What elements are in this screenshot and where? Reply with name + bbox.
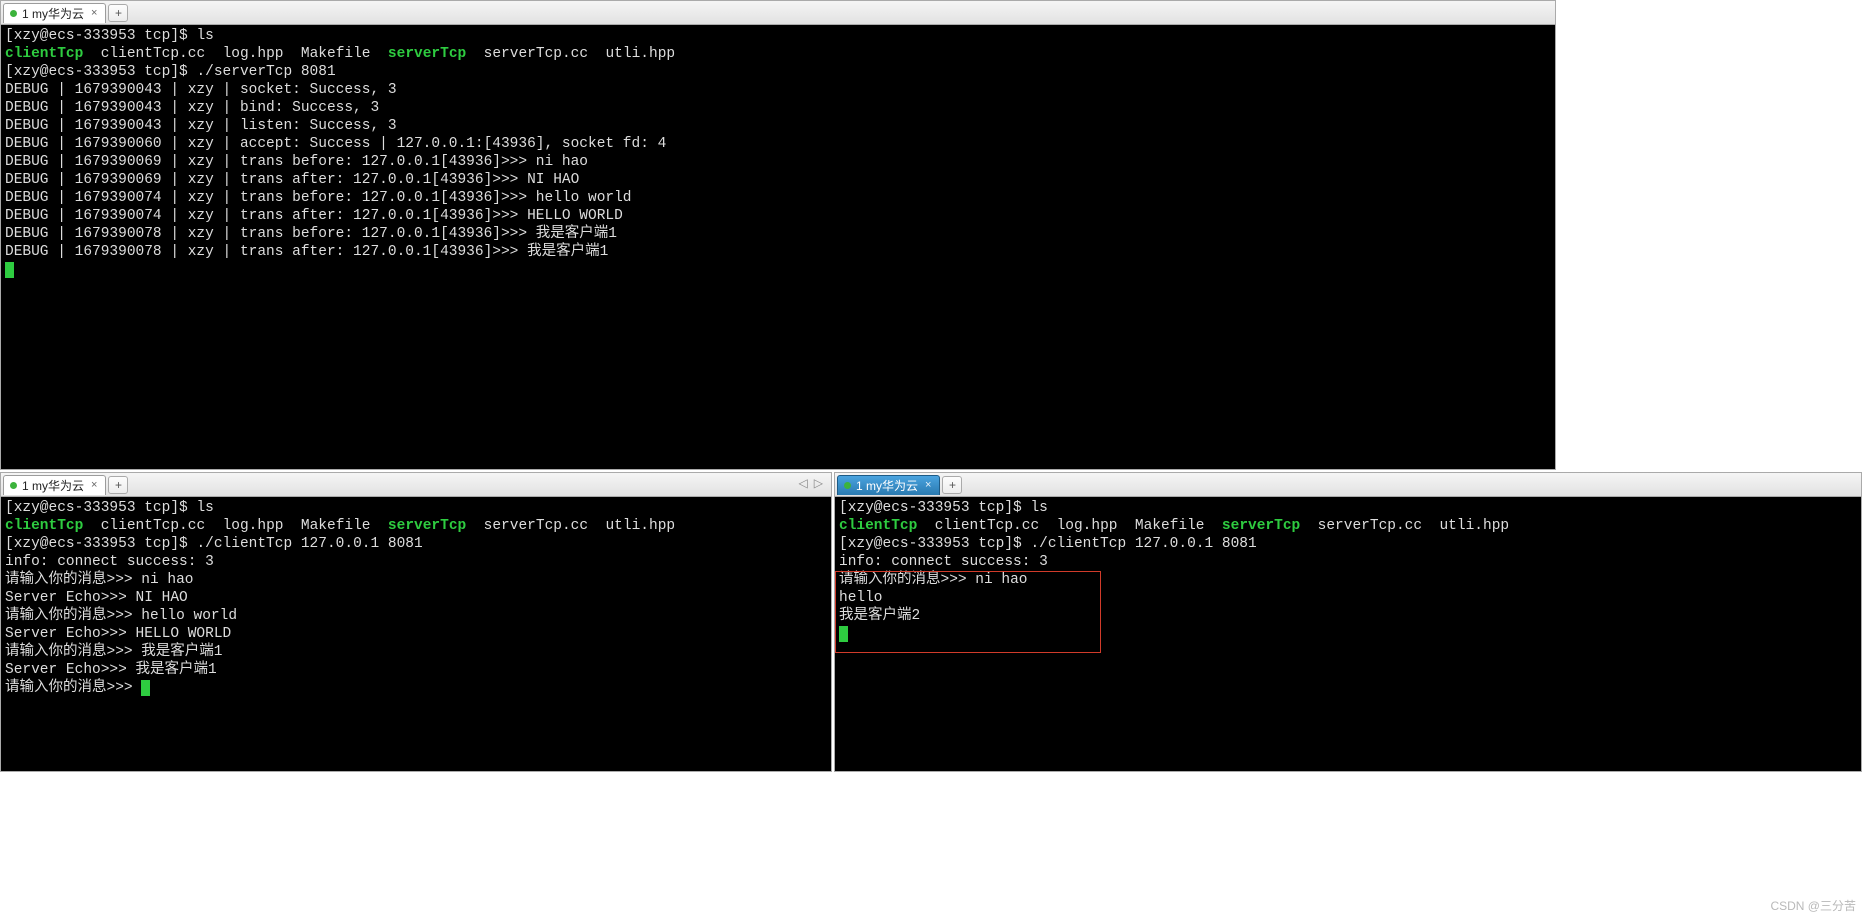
file: Makefile	[301, 46, 371, 62]
file: serverTcp.cc	[1318, 518, 1422, 534]
log-line: hello	[839, 590, 883, 606]
log-line: Server Echo>>> HELLO WORLD	[5, 626, 231, 642]
tab-bar: 1 my华为云 × +	[1, 1, 1555, 25]
prompt: [xzy@ecs-333953 tcp]$	[5, 500, 196, 516]
file-exec: serverTcp	[1222, 518, 1300, 534]
tab-server[interactable]: 1 my华为云 ×	[3, 3, 106, 23]
file: log.hpp	[223, 46, 284, 62]
file: serverTcp.cc	[484, 46, 588, 62]
log-line: Server Echo>>> NI HAO	[5, 590, 188, 606]
cmd: ./serverTcp 8081	[196, 64, 335, 80]
new-tab-button[interactable]: +	[942, 476, 962, 494]
close-icon[interactable]: ×	[923, 479, 933, 491]
cmd: ls	[196, 500, 213, 516]
tab-title: 1 my华为云	[22, 5, 84, 22]
prompt: [xzy@ecs-333953 tcp]$	[5, 28, 196, 44]
file-exec: serverTcp	[388, 46, 466, 62]
watermark: CSDN @三分苦	[1770, 897, 1856, 914]
cursor-icon	[839, 626, 848, 642]
pane-nav-arrows: ◁ ▷	[799, 476, 823, 490]
file: Makefile	[301, 518, 371, 534]
arrow-left-icon[interactable]: ◁	[799, 476, 808, 490]
terminal-body[interactable]: [xzy@ecs-333953 tcp]$ ls clientTcp clien…	[1, 497, 831, 771]
status-dot-icon	[844, 482, 851, 489]
arrow-right-icon[interactable]: ▷	[814, 476, 823, 490]
terminal-pane-server: 1 my华为云 × + [xzy@ecs-333953 tcp]$ ls cli…	[0, 0, 1556, 470]
file-exec: serverTcp	[388, 518, 466, 534]
log-line: DEBUG | 1679390074 | xzy | trans before:…	[5, 190, 632, 206]
file: log.hpp	[1057, 518, 1118, 534]
file-exec: clientTcp	[5, 518, 83, 534]
cmd: ./clientTcp 127.0.0.1 8081	[196, 536, 422, 552]
log-line: 请输入你的消息>>> 我是客户端1	[5, 644, 223, 660]
log-line: DEBUG | 1679390060 | xzy | accept: Succe…	[5, 136, 666, 152]
new-tab-button[interactable]: +	[108, 476, 128, 494]
prompt: [xzy@ecs-333953 tcp]$	[839, 536, 1030, 552]
log-line: DEBUG | 1679390069 | xzy | trans after: …	[5, 172, 579, 188]
log-line: DEBUG | 1679390069 | xzy | trans before:…	[5, 154, 588, 170]
log-line: DEBUG | 1679390074 | xzy | trans after: …	[5, 208, 623, 224]
tab-client2[interactable]: 1 my华为云 ×	[837, 475, 940, 495]
file-exec: clientTcp	[839, 518, 917, 534]
close-icon[interactable]: ×	[89, 479, 99, 491]
cursor-icon	[5, 262, 14, 278]
terminal-body[interactable]: [xzy@ecs-333953 tcp]$ ls clientTcp clien…	[835, 497, 1861, 771]
terminal-pane-client2: 1 my华为云 × + [xzy@ecs-333953 tcp]$ ls cli…	[834, 472, 1862, 772]
status-dot-icon	[10, 482, 17, 489]
tab-title: 1 my华为云	[22, 477, 84, 494]
log-line: info: connect success: 3	[839, 554, 1048, 570]
log-line: DEBUG | 1679390078 | xzy | trans after: …	[5, 244, 608, 260]
file: log.hpp	[223, 518, 284, 534]
tab-bar: 1 my华为云 × + ◁ ▷	[1, 473, 831, 497]
tab-client1[interactable]: 1 my华为云 ×	[3, 475, 106, 495]
log-line: 请输入你的消息>>> ni hao	[5, 572, 194, 588]
file: clientTcp.cc	[101, 518, 205, 534]
new-tab-button[interactable]: +	[108, 4, 128, 22]
file: clientTcp.cc	[101, 46, 205, 62]
terminal-pane-client1: 1 my华为云 × + ◁ ▷ [xzy@ecs-333953 tcp]$ ls…	[0, 472, 832, 772]
status-dot-icon	[10, 10, 17, 17]
log-line: 请输入你的消息>>>	[5, 680, 141, 696]
file: utli.hpp	[605, 46, 675, 62]
log-line: info: connect success: 3	[5, 554, 214, 570]
log-line: DEBUG | 1679390043 | xzy | socket: Succe…	[5, 82, 397, 98]
terminal-body[interactable]: [xzy@ecs-333953 tcp]$ ls clientTcp clien…	[1, 25, 1555, 469]
file: serverTcp.cc	[484, 518, 588, 534]
log-line: 请输入你的消息>>> ni hao	[839, 572, 1028, 588]
close-icon[interactable]: ×	[89, 7, 99, 19]
file-exec: clientTcp	[5, 46, 83, 62]
log-line: 我是客户端2	[839, 608, 920, 624]
cmd: ls	[196, 28, 213, 44]
file: clientTcp.cc	[935, 518, 1039, 534]
log-line: 请输入你的消息>>> hello world	[5, 608, 237, 624]
cmd: ls	[1030, 500, 1047, 516]
tab-title: 1 my华为云	[856, 477, 918, 494]
prompt: [xzy@ecs-333953 tcp]$	[5, 64, 196, 80]
file: utli.hpp	[1439, 518, 1509, 534]
log-line: Server Echo>>> 我是客户端1	[5, 662, 217, 678]
cmd: ./clientTcp 127.0.0.1 8081	[1030, 536, 1256, 552]
log-line: DEBUG | 1679390078 | xzy | trans before:…	[5, 226, 617, 242]
file: Makefile	[1135, 518, 1205, 534]
cursor-icon	[141, 680, 150, 696]
prompt: [xzy@ecs-333953 tcp]$	[5, 536, 196, 552]
file: utli.hpp	[605, 518, 675, 534]
tab-bar: 1 my华为云 × +	[835, 473, 1861, 497]
prompt: [xzy@ecs-333953 tcp]$	[839, 500, 1030, 516]
log-line: DEBUG | 1679390043 | xzy | listen: Succe…	[5, 118, 397, 134]
log-line: DEBUG | 1679390043 | xzy | bind: Success…	[5, 100, 379, 116]
